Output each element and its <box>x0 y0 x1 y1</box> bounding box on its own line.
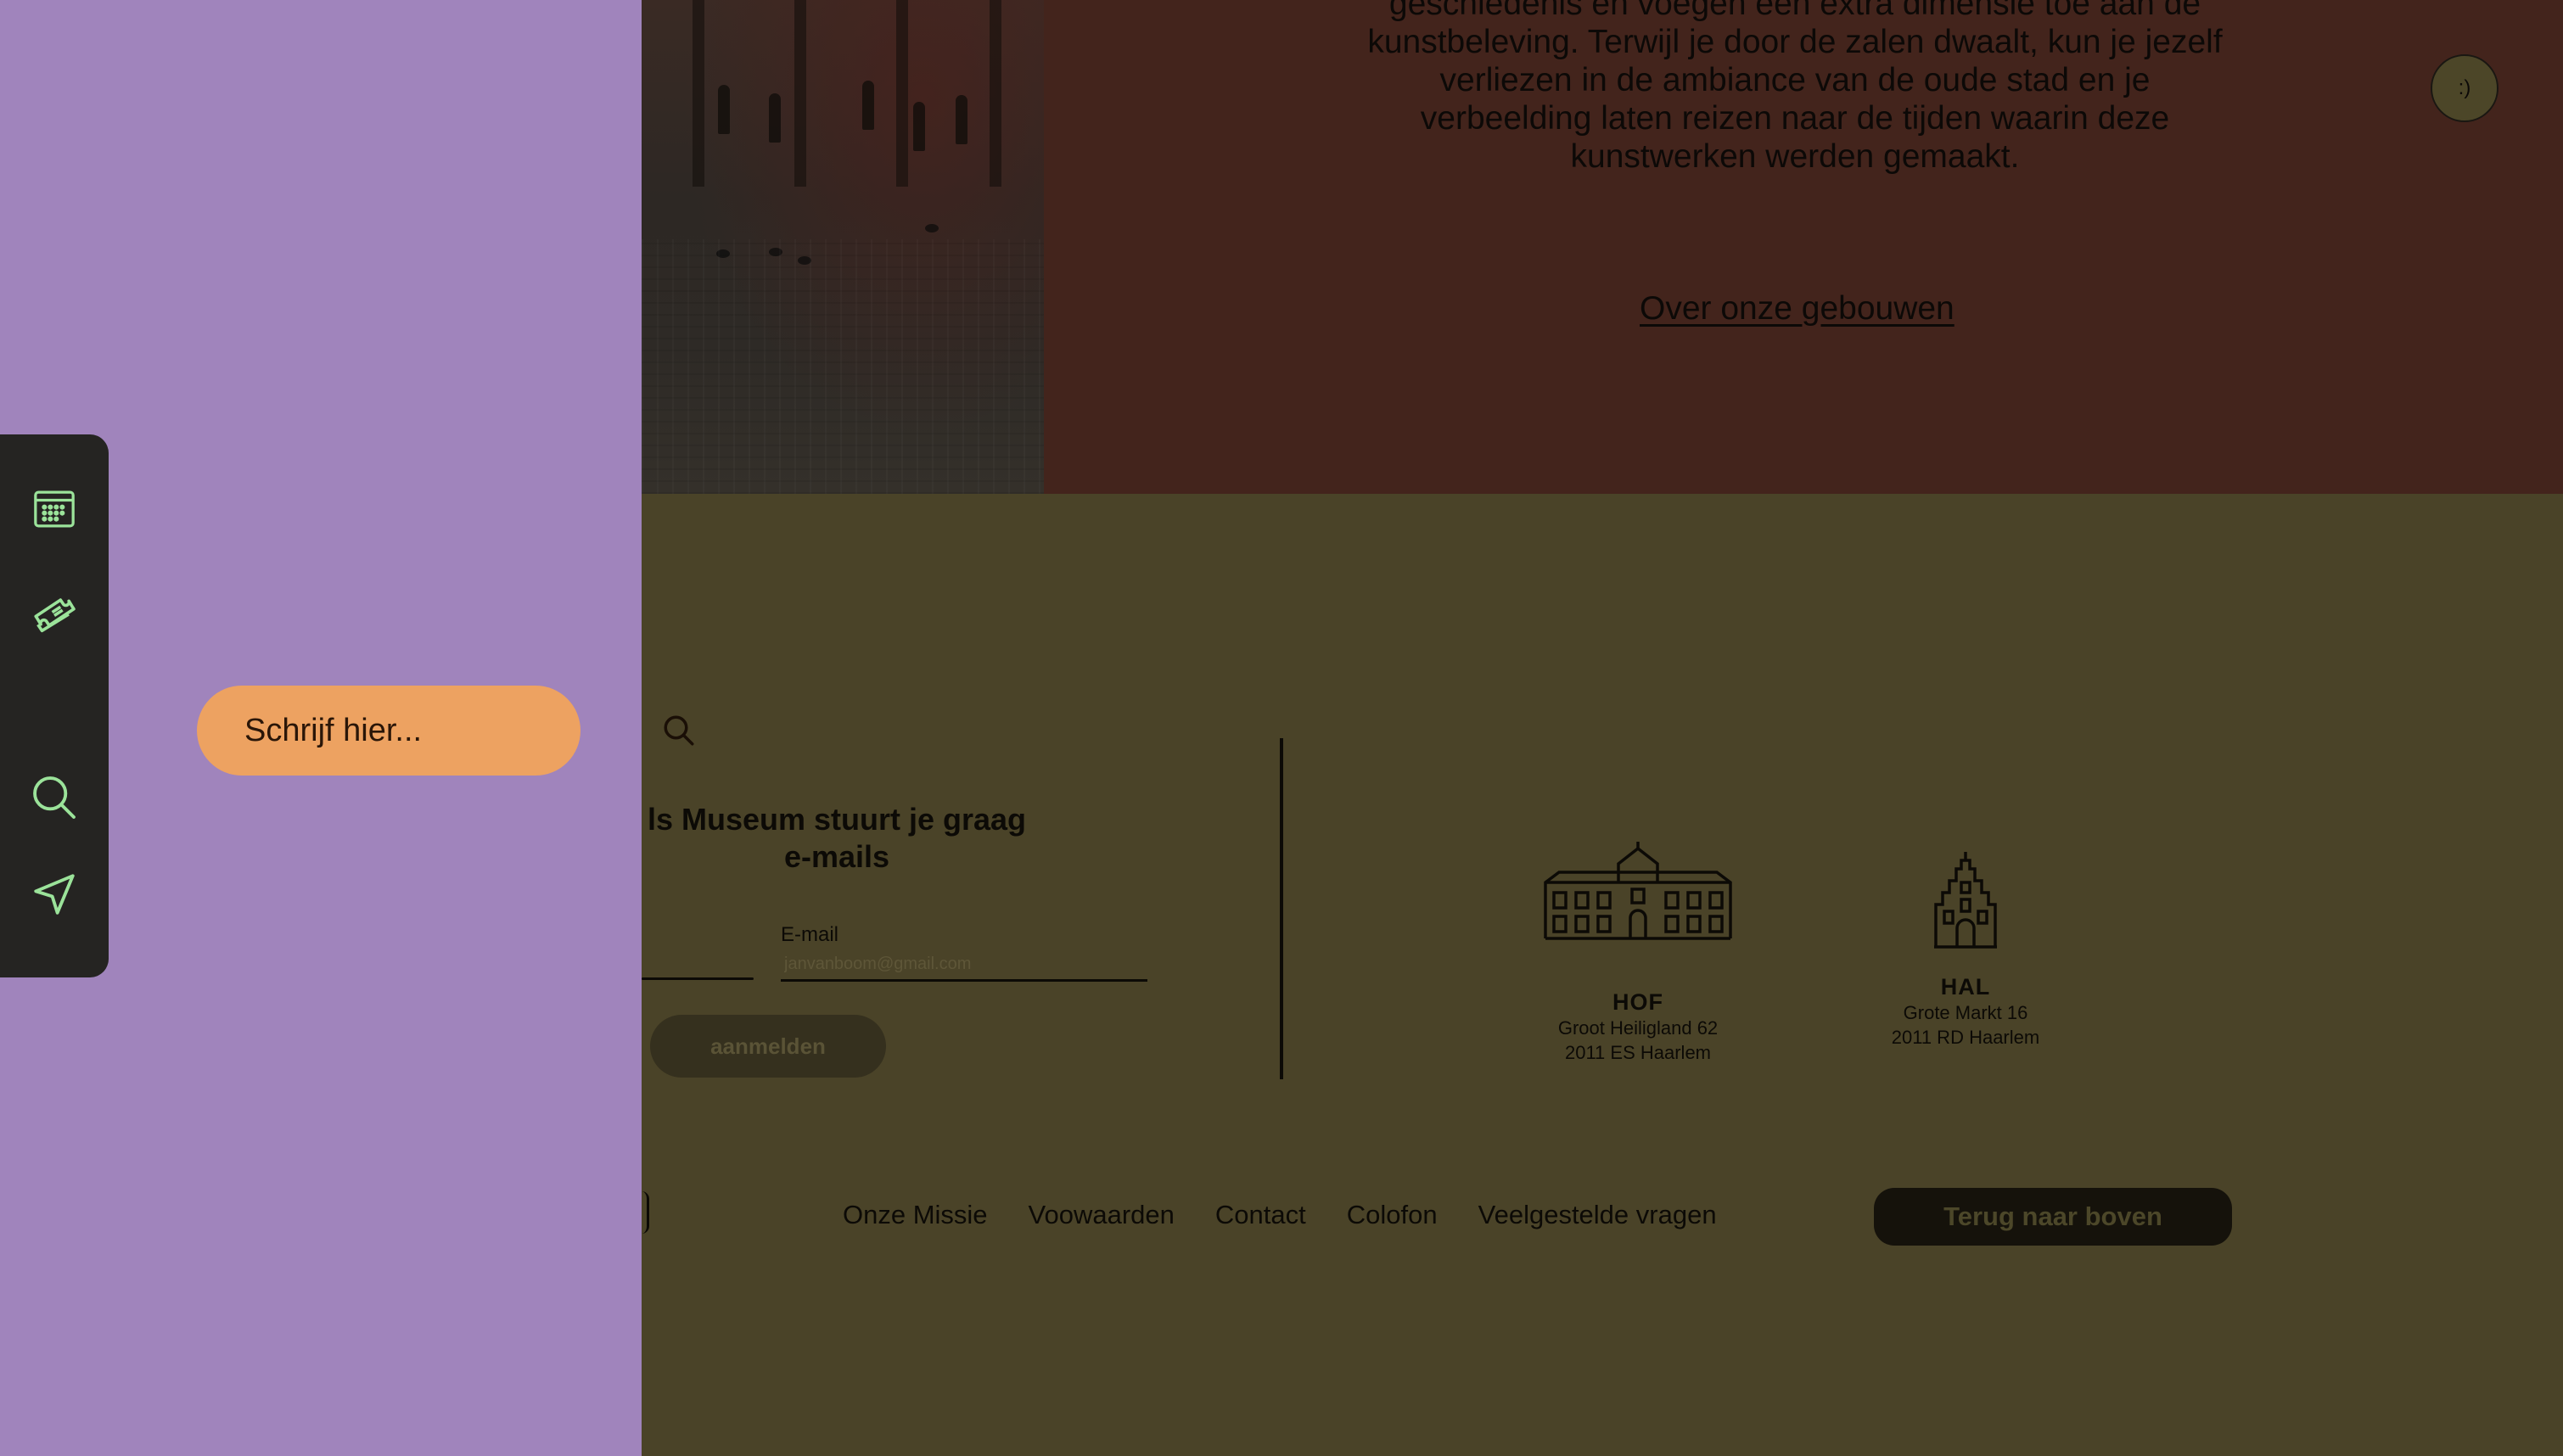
email-field[interactable] <box>781 949 1147 982</box>
location-city: 2011 RD Haarlem <box>1891 1027 2040 1048</box>
footer-nav: Onze Missie Voowaarden Contact Colofon V… <box>843 1200 1717 1230</box>
location-name: HOF <box>1612 989 1663 1015</box>
navigation-button[interactable] <box>25 865 83 923</box>
location-city: 2011 ES Haarlem <box>1564 1042 1711 1063</box>
signup-button[interactable]: aanmelden <box>650 1015 886 1078</box>
photo-detail <box>769 93 781 143</box>
footer-logo-fragment <box>642 1191 649 1234</box>
photo-detail <box>718 85 730 134</box>
photo-detail <box>956 95 967 144</box>
search-box <box>197 686 694 776</box>
photo-detail <box>642 239 1044 494</box>
buildings-link[interactable]: Over onze gebouwen <box>1640 290 1954 328</box>
photo-detail <box>862 81 874 130</box>
calendar-icon <box>34 490 75 528</box>
location-street: Grote Markt 16 <box>1903 1002 2028 1023</box>
location-name: HAL <box>1940 974 1991 1000</box>
back-to-top-button[interactable]: Terug naar boven <box>1874 1188 2232 1246</box>
footer-link-contact[interactable]: Contact <box>1215 1200 1306 1230</box>
location-street: Groot Heiligland 62 <box>1557 1017 1719 1039</box>
hal-building-icon <box>1847 850 2084 949</box>
photo-detail <box>794 0 806 187</box>
search-input[interactable] <box>243 711 661 750</box>
photo-detail <box>693 0 704 187</box>
intro-line: verliezen in de ambiance van de oude sta… <box>1439 62 2151 98</box>
photo-detail <box>990 0 1001 187</box>
email-label: E-mail <box>781 923 839 946</box>
intro-line: geschiedenis en voegen een extra dimensi… <box>1388 0 2201 22</box>
photo-detail <box>896 0 908 187</box>
city-square-photo <box>642 0 1044 494</box>
footer-link-faq[interactable]: Veelgestelde vragen <box>1478 1200 1717 1230</box>
footer-link-voorwaarden[interactable]: Voowaarden <box>1029 1200 1175 1230</box>
newsletter-title-line: e-mails <box>783 839 890 874</box>
hof-building-icon <box>1502 840 1774 942</box>
photo-detail <box>925 224 939 232</box>
footer-link-onze-missie[interactable]: Onze Missie <box>843 1200 988 1230</box>
location-hal: HAL Grote Markt 16 2011 RD Haarlem <box>1847 850 2084 1050</box>
intro-paragraph: geschiedenis en voegen een extra dimensi… <box>1349 0 2241 176</box>
intro-line: kunstwerken werden gemaakt. <box>1570 138 2020 175</box>
newsletter-title-line: ls Museum stuurt je graag <box>647 802 1027 837</box>
footer-divider <box>1280 738 1283 1079</box>
accessibility-smiley-button[interactable]: :) <box>2431 54 2499 122</box>
newsletter-title: ls Museum stuurt je graag e-mails <box>642 801 1032 876</box>
search-icon <box>33 776 76 819</box>
calendar-button[interactable] <box>25 480 83 538</box>
ticket-button[interactable] <box>25 585 83 643</box>
intro-line: verbeelding laten reizen naar de tijden … <box>1420 100 2170 137</box>
name-field[interactable] <box>642 977 754 980</box>
footer-link-colofon[interactable]: Colofon <box>1347 1200 1438 1230</box>
search-dock-button[interactable] <box>25 769 83 826</box>
side-dock <box>0 434 109 977</box>
navigation-arrow-icon <box>34 874 75 915</box>
intro-line: kunstbeleving. Terwijl je door de zalen … <box>1367 24 2223 60</box>
search-icon[interactable] <box>661 710 697 751</box>
ticket-icon <box>34 598 76 633</box>
location-hof: HOF Groot Heiligland 62 2011 ES Haarlem <box>1502 840 1774 1065</box>
photo-detail <box>913 102 925 151</box>
